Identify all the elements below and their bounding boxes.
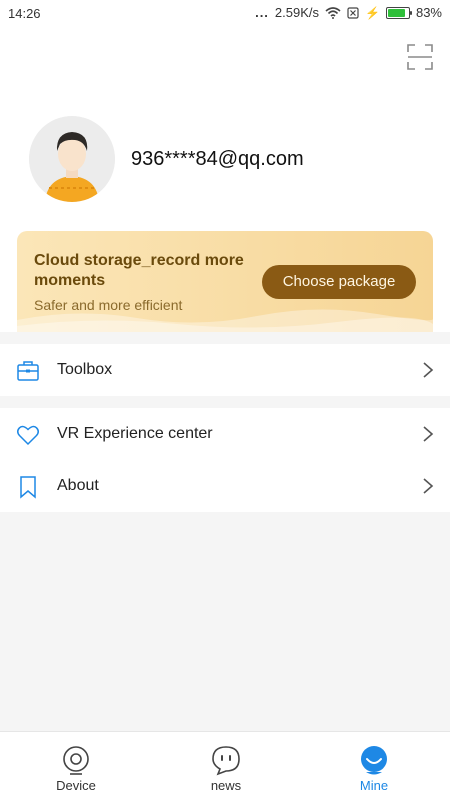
status-dots: ... xyxy=(255,5,269,20)
nav-mine[interactable]: Mine xyxy=(334,732,414,801)
chevron-right-icon xyxy=(423,362,434,378)
mine-icon xyxy=(361,746,387,775)
heart-icon xyxy=(17,425,39,446)
user-avatar-icon xyxy=(29,116,115,202)
nav-mine-label: Mine xyxy=(359,778,389,793)
menu-item-vr-experience[interactable]: VR Experience center xyxy=(0,408,450,460)
scan-icon[interactable] xyxy=(407,44,433,70)
menu-group-tools: Toolbox xyxy=(0,344,450,396)
wifi-icon xyxy=(325,6,341,19)
status-time: 14:26 xyxy=(8,6,41,21)
chevron-right-icon xyxy=(423,478,434,494)
status-right: ... 2.59K/s ⚡ 83% xyxy=(255,5,442,20)
status-bar: 14:26 ... 2.59K/s ⚡ 83% xyxy=(0,0,450,26)
chevron-right-icon xyxy=(423,426,434,442)
toolbox-label: Toolbox xyxy=(57,361,113,378)
cloud-storage-banner[interactable]: Cloud storage_record more moments Safer … xyxy=(17,231,433,332)
user-email[interactable]: 936****84@qq.com xyxy=(131,148,304,171)
about-label: About xyxy=(57,477,99,494)
wave-decoration xyxy=(17,309,433,332)
menu-item-toolbox[interactable]: Toolbox xyxy=(0,344,450,396)
vr-experience-label: VR Experience center xyxy=(57,425,213,442)
nav-news[interactable]: news xyxy=(186,732,266,801)
charging-icon: ⚡ xyxy=(365,5,380,20)
nav-device[interactable]: Device xyxy=(36,732,116,801)
sim-off-icon xyxy=(347,6,359,19)
nav-device-label: Device xyxy=(56,778,96,793)
battery-level xyxy=(387,8,405,17)
bookmark-icon xyxy=(20,476,36,499)
camera-icon xyxy=(63,746,89,775)
chat-icon xyxy=(212,746,240,776)
bottom-navigation: Device news Mine xyxy=(0,731,450,801)
choose-package-button[interactable]: Choose package xyxy=(262,265,416,299)
network-speed: 2.59K/s xyxy=(274,5,320,20)
menu-group-info: VR Experience center About xyxy=(0,408,450,512)
battery-icon xyxy=(385,6,412,19)
menu-item-about[interactable]: About xyxy=(0,460,450,512)
toolbox-icon xyxy=(17,361,39,381)
promo-title: Cloud storage_record more moments xyxy=(34,252,244,289)
battery-percent: 83% xyxy=(415,5,442,20)
nav-news-label: news xyxy=(210,778,242,793)
avatar[interactable] xyxy=(29,116,115,202)
